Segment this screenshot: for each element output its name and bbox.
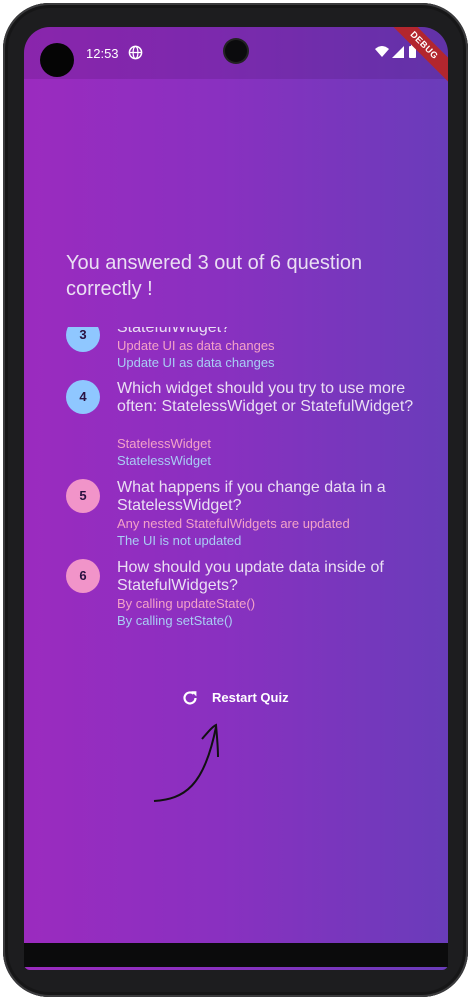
correct-answer: StatelessWidget <box>117 453 211 468</box>
restart-quiz-button[interactable]: Restart Quiz <box>180 684 300 712</box>
user-answer: Any nested StatefulWidgets are updated <box>117 516 350 531</box>
correct-answer: By calling setState() <box>117 613 233 628</box>
question-index-badge: 5 <box>66 479 100 513</box>
status-time: 12:53 <box>86 46 119 61</box>
correct-answer: Update UI as data changes <box>117 355 275 370</box>
question-text: Which widget should you try to use more … <box>117 380 414 415</box>
navigation-bar <box>24 943 448 967</box>
question-text: How should you update data inside of Sta… <box>117 559 384 594</box>
user-answer: By calling updateState() <box>117 596 256 611</box>
question-index-badge: 4 <box>66 380 100 414</box>
user-answer: StatelessWidget <box>117 436 211 451</box>
camera-cutout-left <box>40 43 74 77</box>
wifi-icon <box>375 46 389 57</box>
question-index-badge: 6 <box>66 559 100 593</box>
correct-answer: The UI is not updated <box>117 533 242 548</box>
restart-quiz-label: Restart Quiz <box>212 690 289 705</box>
drawn-arrow <box>153 723 219 802</box>
globe-icon <box>128 45 143 60</box>
answers-list[interactable]: 3 StatefulWidget? Update UI as data chan… <box>24 327 448 647</box>
user-answer: Update UI as data changes <box>117 338 275 353</box>
app-screen: 12:53 DEBUG You answered 3 out of 6 ques… <box>24 27 448 970</box>
question-text: What happens if you change data in a Sta… <box>117 479 386 514</box>
question-index-badge: 3 <box>66 327 100 352</box>
signal-icon <box>392 46 404 58</box>
question-text: StatefulWidget? <box>117 327 230 336</box>
front-camera <box>225 40 247 62</box>
restart-icon <box>183 691 197 705</box>
summary-title: You answered 3 out of 6 question correct… <box>66 252 363 300</box>
